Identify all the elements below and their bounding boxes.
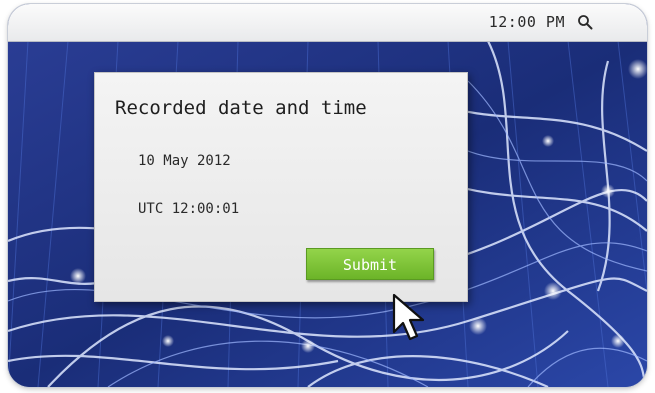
submit-button[interactable]: Submit bbox=[306, 248, 434, 280]
screen-frame: 12:00 PM Recorded date and time 10 May 2… bbox=[8, 4, 647, 387]
mouse-pointer-icon bbox=[392, 293, 425, 341]
recorded-time: UTC 12:00:01 bbox=[138, 201, 240, 217]
recorded-datetime-dialog: Recorded date and time 10 May 2012 UTC 1… bbox=[94, 72, 468, 302]
dialog-title: Recorded date and time bbox=[115, 97, 367, 119]
menu-bar-clock: 12:00 PM bbox=[488, 13, 565, 31]
menu-bar: 12:00 PM bbox=[8, 4, 647, 42]
recorded-date: 10 May 2012 bbox=[138, 153, 231, 169]
search-icon[interactable] bbox=[577, 14, 593, 30]
